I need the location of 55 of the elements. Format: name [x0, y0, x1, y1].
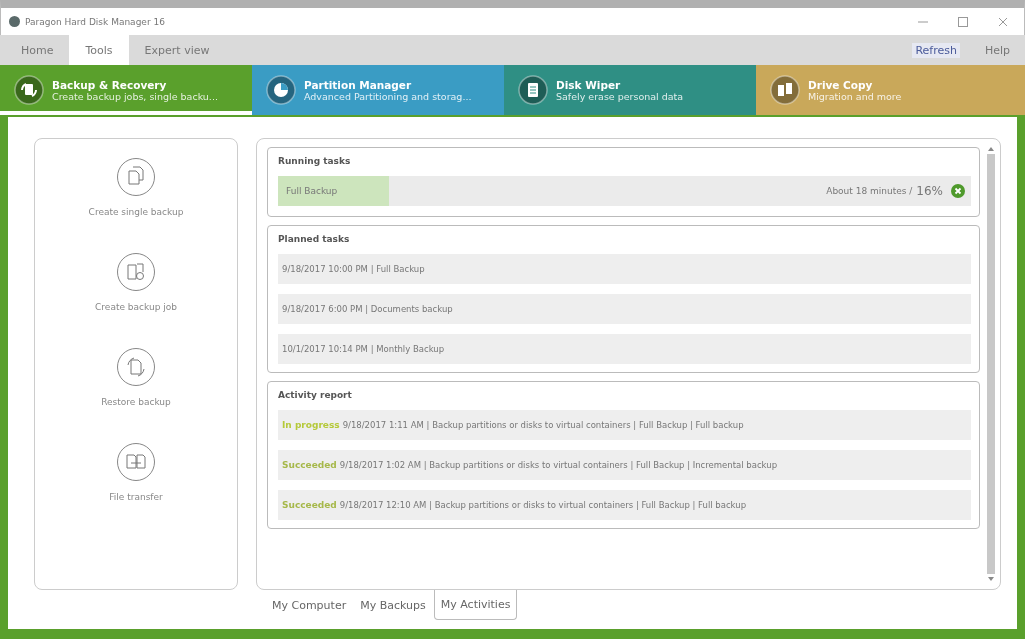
maximize-icon[interactable] [958, 16, 968, 27]
module-title: Drive Copy [808, 78, 874, 91]
action-icon[interactable] [116, 252, 156, 292]
activity-row[interactable]: In progress 9/18/2017 1:11 AM | Backup partitions or disks to virtual containers | Full Backup | Full backup [278, 410, 971, 440]
module-icon [518, 75, 548, 105]
app-icon [9, 16, 20, 27]
module-subtitle: Safely erase personal data [556, 90, 684, 102]
close-icon[interactable] [998, 16, 1008, 27]
menu-tab[interactable]: Expert view [128, 35, 226, 65]
scrollbar[interactable] [986, 147, 996, 581]
activity-text: 9/18/2017 12:10 AM | Backup partitions or disks to virtual containers | Full Backup | Full backup [339, 500, 747, 510]
planned-task-row[interactable]: 9/18/2017 10:00 PM | Full Backup [278, 254, 971, 284]
module-title: Backup & Recovery [52, 78, 168, 91]
action-label[interactable]: File transfer [109, 492, 163, 502]
planned-task-row[interactable]: 10/1/2017 10:14 PM | Monthly Backup [278, 334, 971, 364]
window-title: Paragon Hard Disk Manager 16 [25, 16, 165, 27]
module-subtitle: Advanced Partitioning and storag... [304, 90, 472, 102]
action-icon[interactable] [116, 347, 156, 387]
module-title: Disk Wiper [556, 78, 622, 91]
activity-row[interactable]: Succeeded 9/18/2017 12:10 AM | Backup partitions or disks to virtual containers | Full Backup | Full backup [278, 490, 971, 520]
task-percent: 16% [916, 184, 943, 198]
activity-row[interactable]: Succeeded 9/18/2017 1:02 AM | Backup partitions or disks to virtual containers | Full Backup | Incremental backup [278, 450, 971, 480]
view-tab[interactable]: My Activities [433, 590, 518, 620]
module-icon [770, 75, 800, 105]
action-icon[interactable] [116, 442, 156, 482]
task-name: Full Backup [286, 186, 338, 196]
section-title: Running tasks [278, 156, 352, 166]
task-eta: About 18 minutes / [826, 186, 913, 196]
menu-tab[interactable]: Tools [69, 35, 129, 65]
section-title: Activity report [278, 390, 353, 400]
activity-status: Succeeded [282, 460, 337, 470]
menu-tab[interactable]: Home [5, 35, 70, 65]
action-label[interactable]: Restore backup [101, 397, 171, 407]
menu-link[interactable]: Help [981, 42, 1013, 58]
activity-status: Succeeded [282, 500, 337, 510]
module-icon [14, 75, 44, 105]
activity-text: 9/18/2017 1:02 AM | Backup partitions or disks to virtual containers | Full Backup | Incremental backup [339, 460, 778, 470]
module-subtitle: Migration and more [808, 90, 902, 102]
action-label[interactable]: Create single backup [88, 207, 184, 217]
module-tile[interactable]: Drive Copy Migration and more [756, 65, 1025, 115]
module-tile[interactable]: Disk Wiper Safely erase personal data [504, 65, 756, 115]
activity-status: In progress [282, 420, 340, 430]
module-tile[interactable]: Partition Manager Advanced Partitioning and storag... [252, 65, 504, 115]
module-icon [266, 75, 296, 105]
action-label[interactable]: Create backup job [95, 302, 177, 312]
menu-link[interactable]: Refresh [912, 42, 960, 58]
planned-task-row[interactable]: 9/18/2017 6:00 PM | Documents backup [278, 294, 971, 324]
module-subtitle: Create backup jobs, single backu... [52, 90, 218, 102]
activity-text: 9/18/2017 1:11 AM | Backup partitions or disks to virtual containers | Full Backup | Full backup [342, 420, 744, 430]
view-tab[interactable]: My Computer [266, 590, 353, 620]
cancel-icon[interactable] [951, 184, 965, 198]
action-icon[interactable] [116, 157, 156, 197]
view-tab[interactable]: My Backups [354, 590, 432, 620]
section-title: Planned tasks [278, 234, 351, 244]
module-title: Partition Manager [304, 78, 413, 91]
